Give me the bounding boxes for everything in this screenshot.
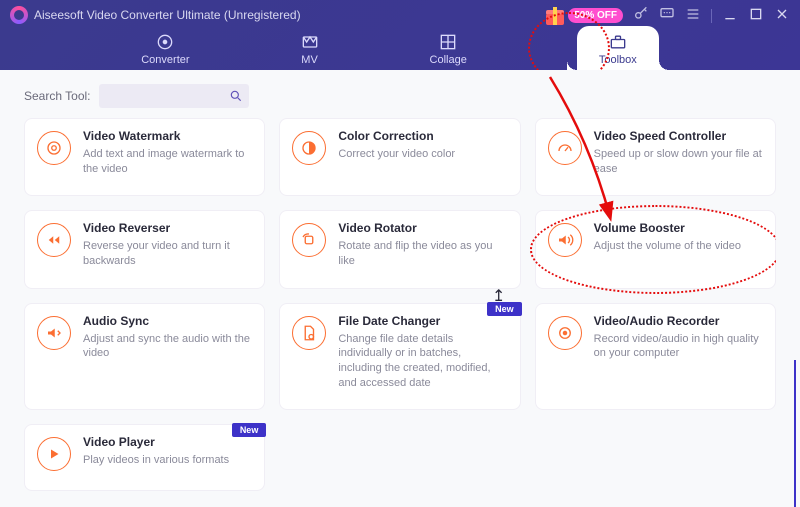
tool-desc: Adjust and sync the audio with the video [83,332,252,362]
minimize-button[interactable] [722,6,738,25]
tool-title: Video Reverser [83,221,252,235]
record-icon [548,316,582,350]
color-icon [292,131,326,165]
tab-converter[interactable]: Converter [141,32,189,70]
tool-desc: Rotate and flip the video as you like [338,239,507,269]
tool-desc: Reverse your video and turn it backwards [83,239,252,269]
titlebar: Aiseesoft Video Converter Ultimate (Unre… [0,0,800,70]
tool-file-date-changer[interactable]: New File Date Changer Change file date d… [279,303,520,411]
play-icon [37,437,71,471]
promo-badge[interactable]: 50% OFF [546,7,623,25]
scroll-top-icon[interactable]: ↥ [492,286,505,306]
tool-desc: Change file date details individually or… [338,332,507,391]
tool-title: File Date Changer [338,314,507,328]
tool-recorder[interactable]: Video/Audio Recorder Record video/audio … [535,303,776,411]
rotate-icon [292,223,326,257]
tool-video-player[interactable]: New Video Player Play videos in various … [24,424,265,491]
tab-collage[interactable]: Collage [430,32,467,70]
tool-video-rotator[interactable]: Video Rotator Rotate and flip the video … [279,210,520,288]
search-icon [229,89,243,103]
tab-label: Collage [430,54,467,66]
key-icon[interactable] [633,6,649,25]
tool-desc: Play videos in various formats [83,453,229,468]
filedate-icon [292,316,326,350]
tool-desc: Speed up or slow down your file at ease [594,147,763,177]
tool-title: Video/Audio Recorder [594,314,763,328]
tool-title: Video Rotator [338,221,507,235]
tab-mv[interactable]: MV [300,32,320,70]
tab-label: MV [301,54,318,66]
tool-video-reverser[interactable]: Video Reverser Reverse your video and tu… [24,210,265,288]
tool-title: Audio Sync [83,314,252,328]
tool-title: Video Watermark [83,129,252,143]
tool-desc: Record video/audio in high quality on yo… [594,332,763,362]
promo-text: 50% OFF [568,8,623,23]
main-tabs: Converter MV Collage Toolbox [0,26,800,70]
tool-video-watermark[interactable]: Video Watermark Add text and image water… [24,118,265,196]
maximize-button[interactable] [748,6,764,25]
search-input[interactable] [99,84,249,108]
tool-title: Color Correction [338,129,455,143]
tool-color-correction[interactable]: Color Correction Correct your video colo… [279,118,520,196]
watermark-icon [37,131,71,165]
scrollbar-accent[interactable] [794,360,796,507]
search-label: Search Tool: [24,89,91,103]
volume-icon [548,223,582,257]
tab-toolbox[interactable]: Toolbox [577,26,659,70]
brand-logo-icon [10,6,28,24]
brand: Aiseesoft Video Converter Ultimate (Unre… [10,6,301,24]
tab-label: Toolbox [599,54,637,66]
new-badge: New [232,423,267,437]
tool-audio-sync[interactable]: Audio Sync Adjust and sync the audio wit… [24,303,265,411]
speed-icon [548,131,582,165]
search-bar: Search Tool: [24,84,776,108]
reverse-icon [37,223,71,257]
app-title: Aiseesoft Video Converter Ultimate (Unre… [34,8,301,22]
tool-volume-booster[interactable]: Volume Booster Adjust the volume of the … [535,210,776,288]
titlebar-controls: 50% OFF [546,6,790,25]
tool-desc: Adjust the volume of the video [594,239,741,254]
tool-title: Video Player [83,435,229,449]
tools-grid: Video Watermark Add text and image water… [24,118,776,491]
tool-title: Volume Booster [594,221,741,235]
tool-desc: Correct your video color [338,147,455,162]
tool-title: Video Speed Controller [594,129,763,143]
gift-icon [546,7,564,25]
divider [711,9,712,23]
tool-desc: Add text and image watermark to the vide… [83,147,252,177]
content-area: Search Tool: Video Watermark Add text an… [0,70,800,507]
audiosync-icon [37,316,71,350]
close-button[interactable] [774,6,790,25]
tab-label: Converter [141,54,189,66]
menu-icon[interactable] [685,6,701,25]
tool-speed-controller[interactable]: Video Speed Controller Speed up or slow … [535,118,776,196]
chat-icon[interactable] [659,6,675,25]
